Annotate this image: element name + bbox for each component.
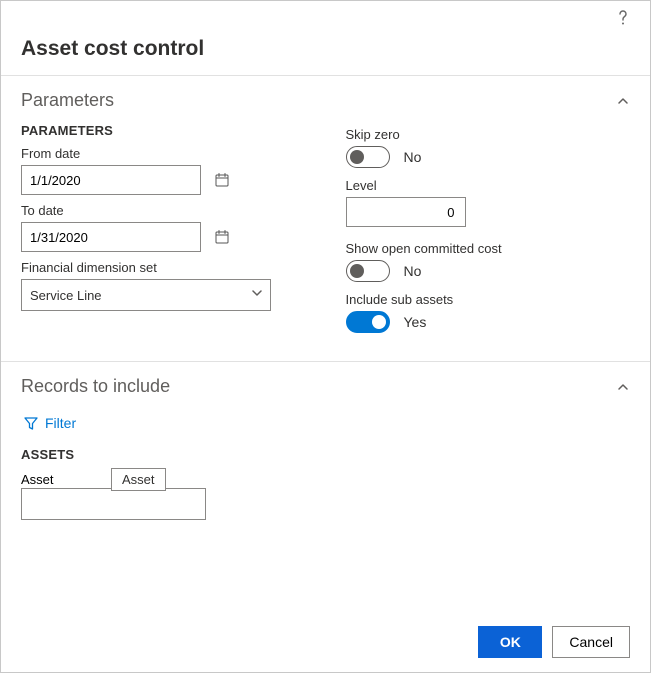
assets-box: Asset Asset [21,468,630,520]
skip-zero-label: Skip zero [346,127,631,142]
show-open-row: No [346,260,631,282]
skip-zero-text: No [404,149,422,165]
include-sub-row: Yes [346,311,631,333]
calendar-icon[interactable] [214,166,230,194]
records-heading: Records to include [21,376,170,397]
include-sub-label: Include sub assets [346,292,631,307]
filter-label: Filter [45,415,76,431]
show-open-label: Show open committed cost [346,241,631,256]
include-sub-text: Yes [404,314,427,330]
to-date-label: To date [21,203,306,218]
level-label: Level [346,178,631,193]
include-sub-toggle[interactable] [346,311,390,333]
show-open-text: No [404,263,422,279]
dialog-footer: OK Cancel [478,626,630,658]
asset-tab[interactable]: Asset [111,468,166,491]
parameters-right-col: Skip zero No Level Show open committed c… [346,119,631,343]
records-body: Filter ASSETS Asset Asset [21,405,630,520]
parameters-left-col: PARAMETERS From date To date Financial d… [21,119,306,343]
assets-heading: ASSETS [21,447,630,462]
from-date-field[interactable] [21,165,201,195]
chevron-down-icon [250,286,264,305]
show-open-toggle[interactable] [346,260,390,282]
chevron-up-icon [616,380,630,394]
section-header-parameters[interactable]: Parameters [21,76,630,119]
asset-input[interactable] [21,488,206,520]
cancel-button[interactable]: Cancel [552,626,630,658]
skip-zero-toggle[interactable] [346,146,390,168]
dialog: Asset cost control Parameters PARAMETERS… [0,0,651,673]
to-date-input[interactable] [22,223,214,251]
from-date-label: From date [21,146,306,161]
filter-button[interactable]: Filter [21,405,78,443]
fin-dim-label: Financial dimension set [21,260,306,275]
parameters-heading: Parameters [21,90,114,111]
ok-button[interactable]: OK [478,626,542,658]
parameters-body: PARAMETERS From date To date Financial d… [21,119,630,361]
fin-dim-value: Service Line [30,288,102,303]
level-input[interactable] [346,197,466,227]
from-date-input[interactable] [22,166,214,194]
parameters-caps: PARAMETERS [21,123,306,138]
asset-label: Asset [21,472,54,487]
dialog-title: Asset cost control [21,37,630,61]
section-header-records[interactable]: Records to include [21,362,630,405]
help-icon[interactable] [616,9,630,32]
filter-icon [23,415,39,431]
fin-dim-select[interactable]: Service Line [21,279,271,311]
chevron-up-icon [616,94,630,108]
skip-zero-row: No [346,146,631,168]
calendar-icon[interactable] [214,223,230,251]
to-date-field[interactable] [21,222,201,252]
help-row [21,9,630,31]
